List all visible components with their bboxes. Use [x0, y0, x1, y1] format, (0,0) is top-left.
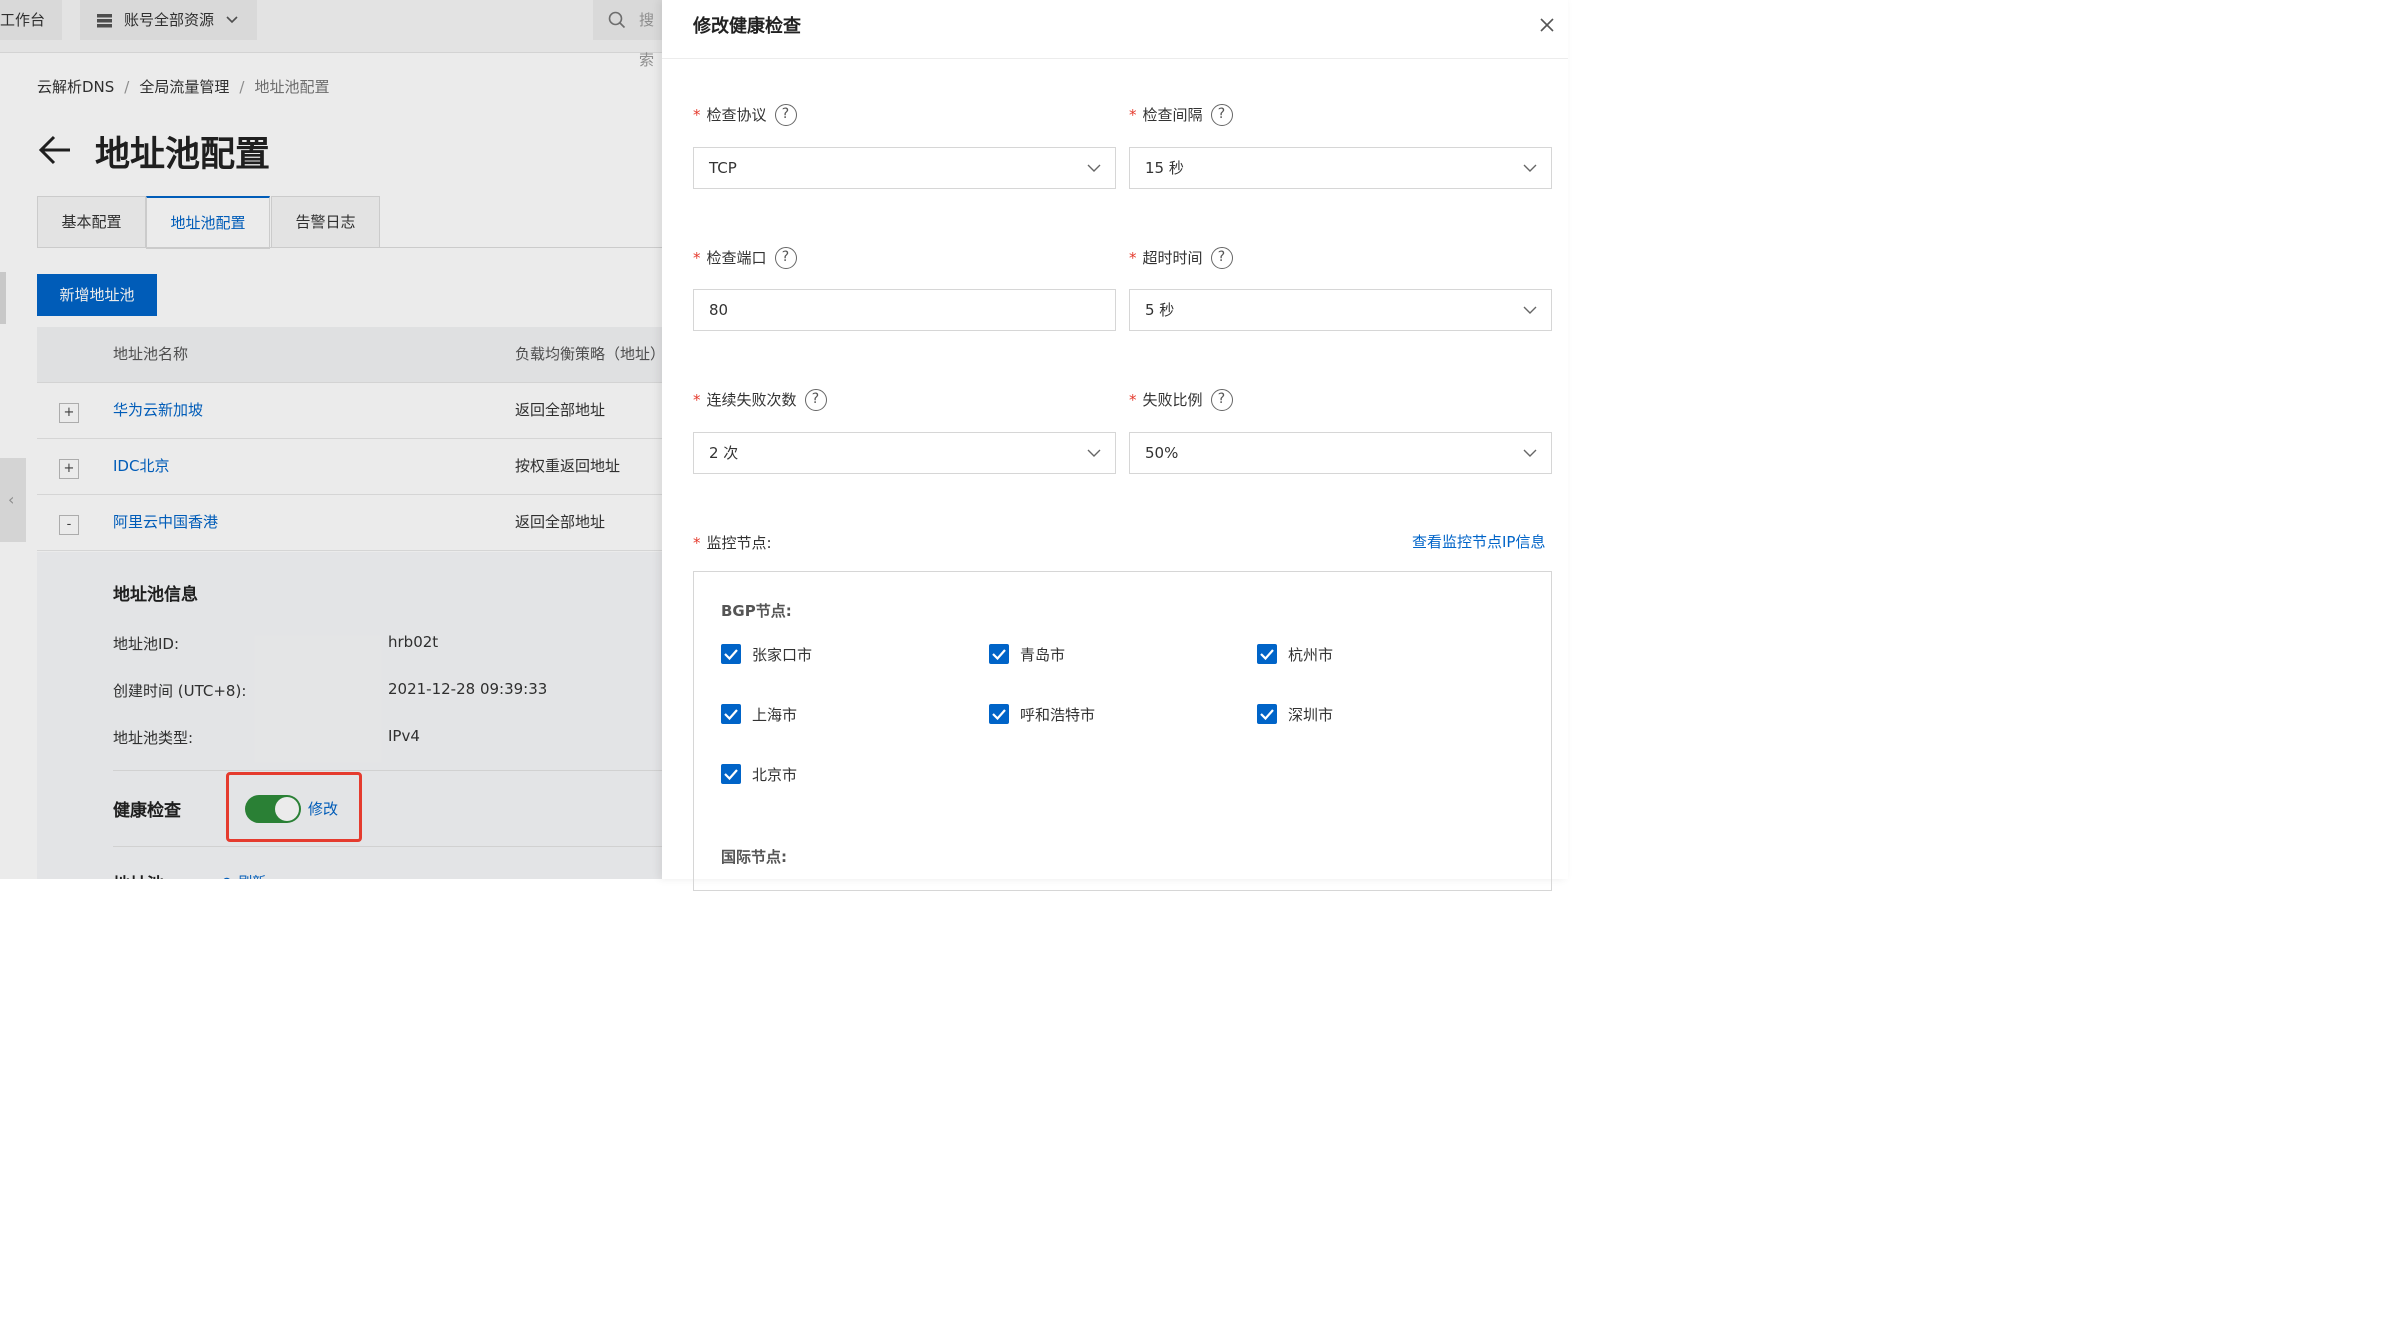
help-icon[interactable]: ?	[1210, 103, 1233, 126]
interval-label-text: 检查间隔	[1142, 106, 1203, 124]
interval-select[interactable]: 15 秒	[1129, 147, 1552, 189]
node-label: 青岛市	[1020, 646, 1066, 664]
port-input[interactable]: 80	[693, 289, 1116, 331]
protocol-value: TCP	[709, 159, 737, 177]
fail-count-label-text: 连续失败次数	[706, 391, 797, 409]
protocol-select[interactable]: TCP	[693, 147, 1116, 189]
chevron-down-icon	[1523, 449, 1537, 457]
help-icon[interactable]: ?	[804, 388, 827, 411]
highlight-box	[226, 772, 362, 842]
fail-count-label: * 连续失败次数?	[693, 387, 827, 413]
checkbox-checked-icon	[1257, 704, 1277, 724]
monitor-ip-info-link[interactable]: 查看监控节点IP信息	[1412, 531, 1545, 552]
monitor-nodes-label: * 监控节点:	[693, 530, 772, 556]
bgp-group-label: BGP节点:	[721, 602, 792, 620]
node-label: 北京市	[752, 766, 798, 784]
fail-ratio-label-text: 失败比例	[1142, 391, 1203, 409]
required-mark: *	[693, 106, 701, 124]
protocol-label-text: 检查协议	[706, 106, 767, 124]
required-mark: *	[1129, 391, 1137, 409]
fail-count-select[interactable]: 2 次	[693, 432, 1116, 474]
fail-count-value: 2 次	[709, 444, 739, 462]
help-icon[interactable]: ?	[1210, 246, 1233, 269]
node-label: 杭州市	[1288, 646, 1334, 664]
fail-ratio-label: * 失败比例?	[1129, 387, 1233, 413]
timeout-label: * 超时时间?	[1129, 245, 1233, 271]
interval-label: * 检查间隔?	[1129, 102, 1233, 128]
required-mark: *	[1129, 249, 1137, 267]
chevron-down-icon	[1087, 164, 1101, 172]
port-label-text: 检查端口	[706, 249, 767, 267]
interval-value: 15 秒	[1145, 159, 1184, 177]
checkbox-checked-icon	[989, 644, 1009, 664]
help-icon[interactable]: ?	[774, 103, 797, 126]
checkbox-checked-icon	[721, 644, 741, 664]
close-icon[interactable]	[1536, 14, 1558, 36]
drawer-overlay-mask	[0, 0, 662, 879]
timeout-value: 5 秒	[1145, 301, 1175, 319]
help-icon[interactable]: ?	[1210, 388, 1233, 411]
required-mark: *	[1129, 106, 1137, 124]
chevron-down-icon	[1523, 306, 1537, 314]
checkbox-checked-icon	[989, 704, 1009, 724]
timeout-label-text: 超时时间	[1142, 249, 1203, 267]
background-page: 工作台 账号全部资源 搜索 云解析DNS / 全局流量管理 / 地址池配置 地址…	[0, 0, 662, 879]
node-label: 上海市	[752, 706, 798, 724]
node-label: 呼和浩特市	[1020, 706, 1096, 724]
chevron-down-icon	[1087, 449, 1101, 457]
port-label: * 检查端口?	[693, 245, 797, 271]
edit-health-check-drawer: 修改健康检查 * 检查协议? TCP * 检查间隔? 15 秒 * 检查端口? 80 …	[662, 0, 1568, 891]
checkbox-checked-icon	[1257, 644, 1277, 664]
required-mark: *	[693, 249, 701, 267]
monitor-nodes-box: BGP节点: 张家口市 青岛市 杭州市 上海市 呼和浩特市 深圳市 北京市 国际…	[693, 571, 1552, 891]
node-label: 张家口市	[752, 646, 813, 664]
required-mark: *	[693, 391, 701, 409]
monitor-nodes-label-text: 监控节点:	[706, 534, 772, 552]
checkbox-checked-icon	[721, 704, 741, 724]
node-label: 深圳市	[1288, 706, 1334, 724]
protocol-label: * 检查协议?	[693, 102, 797, 128]
chevron-down-icon	[1523, 164, 1537, 172]
drawer-divider	[662, 58, 1568, 59]
checkbox-checked-icon	[721, 764, 741, 784]
help-icon[interactable]: ?	[774, 246, 797, 269]
port-value: 80	[709, 301, 729, 319]
fail-ratio-select[interactable]: 50%	[1129, 432, 1552, 474]
required-mark: *	[693, 534, 701, 552]
intl-group-label: 国际节点:	[721, 848, 787, 866]
drawer-title: 修改健康检查	[693, 16, 801, 37]
timeout-select[interactable]: 5 秒	[1129, 289, 1552, 331]
fail-ratio-value: 50%	[1145, 444, 1179, 462]
